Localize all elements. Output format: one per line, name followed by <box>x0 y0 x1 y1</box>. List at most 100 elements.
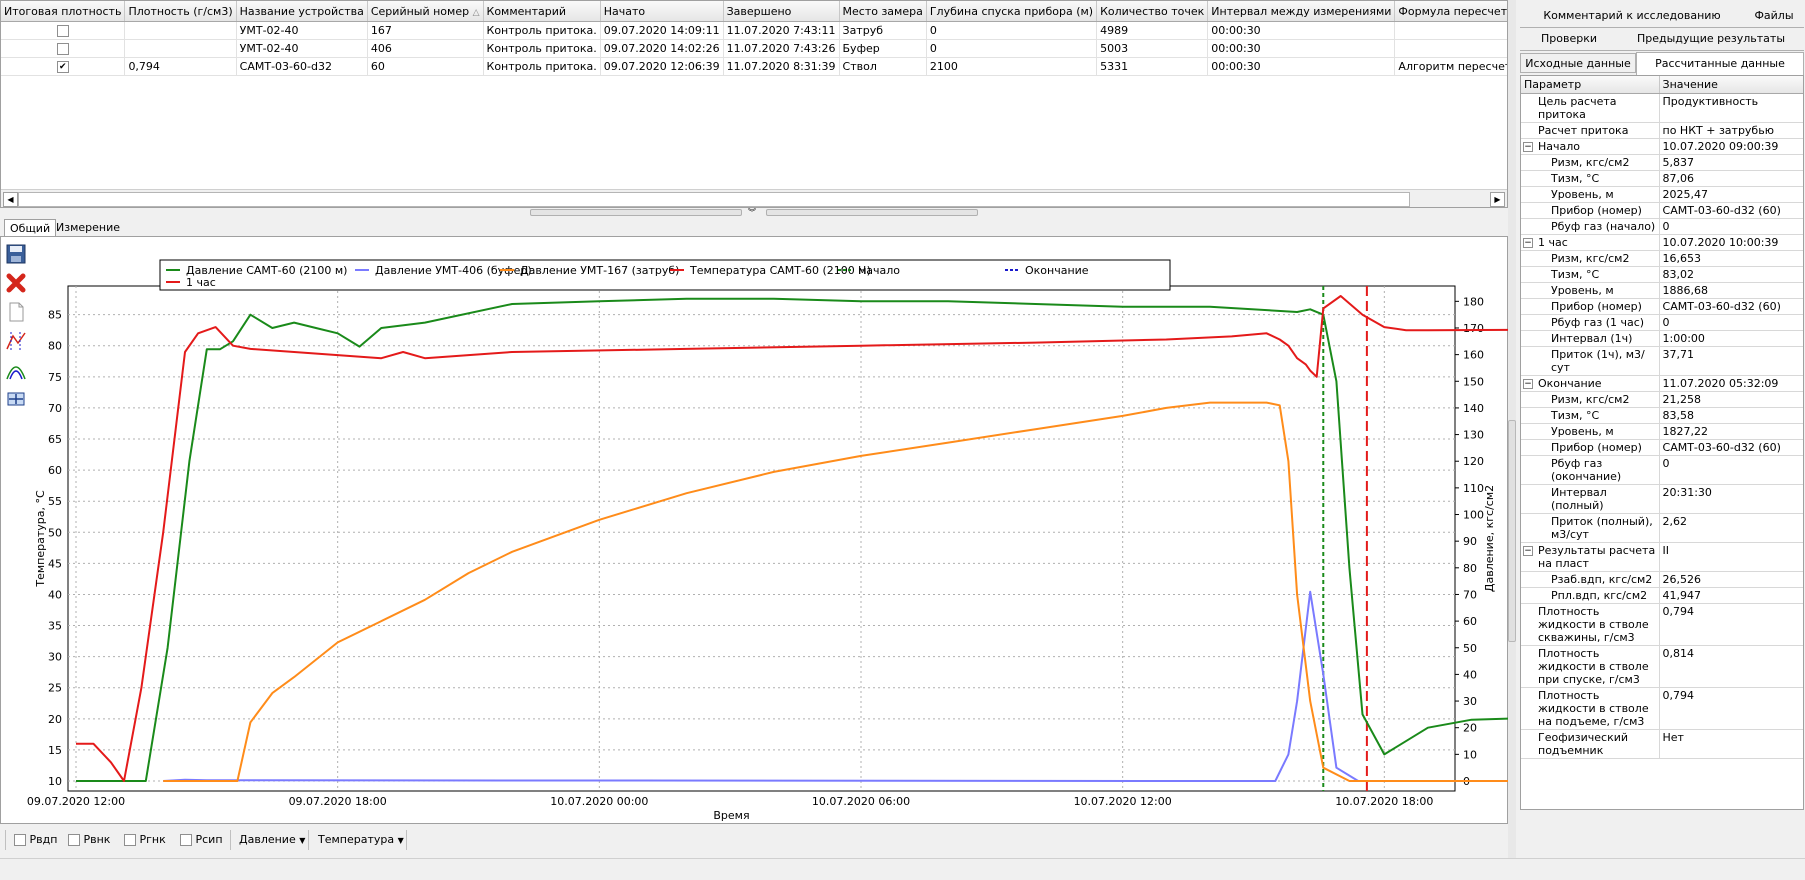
column-header-density[interactable]: Плотность (г/см3) <box>124 1 237 22</box>
property-value[interactable]: 1827,22 <box>1659 423 1803 440</box>
grid-header-value[interactable]: Значение <box>1659 76 1803 94</box>
cell-finished[interactable]: 11.07.2020 7:43:11 <box>723 21 840 40</box>
cell-depth[interactable]: 0 <box>926 39 1098 58</box>
property-row[interactable]: Рпл.вдп, кгс/см2 41,947 <box>1521 587 1803 604</box>
property-row[interactable]: Прибор (номер) САМТ-03-60-d32 (60) <box>1521 202 1803 219</box>
temperature-dropdown[interactable]: Температура ▼ <box>314 830 408 849</box>
property-value[interactable]: 21,258 <box>1659 391 1803 408</box>
cell-serial[interactable]: 167 <box>367 21 484 40</box>
property-row[interactable]: Рбуф газ (окончание) 0 <box>1521 455 1803 485</box>
checkbox[interactable] <box>56 25 69 37</box>
calculated-properties-grid[interactable]: Параметр Значение Цель расчета притока Пр… <box>1520 75 1804 810</box>
property-row[interactable]: Уровень, м 1886,68 <box>1521 282 1803 299</box>
column-header-interval[interactable]: Интервал между измерениями <box>1207 1 1396 22</box>
property-row[interactable]: Тизм, °С 87,06 <box>1521 170 1803 187</box>
property-value[interactable]: 83,02 <box>1659 266 1803 283</box>
table-row[interactable]: УМТ-02-40 167 Контроль притока. 09.07.2020 … <box>1 21 1507 40</box>
property-value[interactable]: II <box>1659 542 1803 572</box>
property-value[interactable]: 0 <box>1659 455 1803 485</box>
cell-points[interactable]: 5003 <box>1096 39 1209 58</box>
tab-study-comment[interactable]: Комментарий к исследованию <box>1520 6 1744 26</box>
scroll-right-icon[interactable]: ▶ <box>1490 192 1505 207</box>
tab-source-data[interactable]: Исходные данные <box>1520 53 1636 73</box>
property-row[interactable]: Прибор (номер) САМТ-03-60-d32 (60) <box>1521 439 1803 456</box>
property-value[interactable]: 2,62 <box>1659 513 1803 543</box>
property-row[interactable]: Тизм, °С 83,58 <box>1521 407 1803 424</box>
cell-started[interactable]: 09.07.2020 12:06:39 <box>600 57 724 76</box>
property-row[interactable]: Приток (1ч), м3/сут 37,71 <box>1521 346 1803 376</box>
column-header-serial[interactable]: Серийный номер △ <box>367 1 484 22</box>
checkbox-checked[interactable]: ✔ <box>56 61 69 73</box>
property-value[interactable]: 11.07.2020 05:32:09 <box>1659 375 1803 392</box>
property-row[interactable]: Плотность жидкости в стволе на подъеме, … <box>1521 687 1803 730</box>
tab-calculated-data[interactable]: Рассчитанные данные <box>1636 52 1804 75</box>
tab-previous-results[interactable]: Предыдущие результаты <box>1618 29 1804 49</box>
checkbox-box[interactable] <box>68 834 80 846</box>
property-value[interactable]: 1:00:00 <box>1659 330 1803 347</box>
horizontal-scrollbar[interactable]: ◀ ▶ <box>1 189 1507 207</box>
property-row[interactable]: Прибор (номер) САМТ-03-60-d32 (60) <box>1521 298 1803 315</box>
property-row[interactable]: Ризм, кгс/см2 5,837 <box>1521 154 1803 171</box>
collapse-icon[interactable]: − <box>1523 379 1533 389</box>
cell-interval[interactable]: 00:00:30 <box>1207 57 1396 76</box>
property-row[interactable]: Цель расчета притока Продуктивность <box>1521 93 1803 123</box>
property-value[interactable]: 2025,47 <box>1659 186 1803 203</box>
property-row[interactable]: Плотность жидкости в стволе скважины, г/… <box>1521 603 1803 646</box>
cell-serial[interactable]: 60 <box>367 57 484 76</box>
property-value[interactable]: 5,837 <box>1659 154 1803 171</box>
column-header-started[interactable]: Начато <box>600 1 724 22</box>
property-value[interactable]: САМТ-03-60-d32 (60) <box>1659 439 1803 456</box>
column-header-points[interactable]: Количество точек <box>1096 1 1209 22</box>
save-icon[interactable] <box>4 242 28 266</box>
property-row[interactable]: Тизм, °С 83,02 <box>1521 266 1803 283</box>
cell-interval[interactable]: 00:00:30 <box>1207 21 1396 40</box>
property-value[interactable]: 0,794 <box>1659 603 1803 646</box>
property-value[interactable]: 10.07.2020 10:00:39 <box>1659 234 1803 251</box>
property-value[interactable]: 16,653 <box>1659 250 1803 267</box>
property-value[interactable]: САМТ-03-60-d32 (60) <box>1659 202 1803 219</box>
checkbox-pvnk[interactable]: Рвнк <box>68 831 110 849</box>
scrollbar-thumb[interactable] <box>18 192 1410 207</box>
property-row[interactable]: Расчет притока по НКТ + затрубью <box>1521 122 1803 139</box>
property-value[interactable]: 1886,68 <box>1659 282 1803 299</box>
property-row[interactable]: − Окончание 11.07.2020 05:32:09 <box>1521 375 1803 392</box>
splitter-chevron-icon[interactable]: ︾ <box>748 207 756 218</box>
property-row[interactable]: Ризм, кгс/см2 16,653 <box>1521 250 1803 267</box>
cell-place[interactable]: Ствол <box>839 57 927 76</box>
property-row[interactable]: Приток (полный), м3/сут 2,62 <box>1521 513 1803 543</box>
cell-serial[interactable]: 406 <box>367 39 484 58</box>
cell-finished[interactable]: 11.07.2020 8:31:39 <box>723 57 840 76</box>
property-row[interactable]: Рбуф газ (1 час) 0 <box>1521 314 1803 331</box>
property-value[interactable]: 87,06 <box>1659 170 1803 187</box>
delete-icon[interactable] <box>4 271 28 295</box>
cell-formula[interactable] <box>1394 39 1507 58</box>
property-value[interactable]: Продуктивность <box>1659 93 1803 123</box>
cell-finished[interactable]: 11.07.2020 7:43:26 <box>723 39 840 58</box>
property-row[interactable]: Интервал (1ч) 1:00:00 <box>1521 330 1803 347</box>
total-density-cell[interactable]: ✔ <box>1 57 126 76</box>
scroll-left-icon[interactable]: ◀ <box>3 192 18 207</box>
column-header-formula[interactable]: Формула пересчета давления <box>1394 1 1507 22</box>
cell-device[interactable]: УМТ-02-40 <box>236 39 368 58</box>
table-row[interactable]: ✔ 0,794 САМТ-03-60-d32 60 Контроль притока. 0… <box>1 57 1507 76</box>
total-density-cell[interactable] <box>1 39 126 58</box>
property-row[interactable]: Геофизический подъемник Нет <box>1521 729 1803 759</box>
vertical-splitter[interactable] <box>1508 0 1516 858</box>
property-row[interactable]: Рзаб.вдп, кгс/см2 26,526 <box>1521 571 1803 588</box>
panel-splitter[interactable]: ︾ <box>530 207 980 218</box>
markers-icon[interactable] <box>4 329 28 353</box>
property-row[interactable]: −1 час 10.07.2020 10:00:39 <box>1521 234 1803 251</box>
table-row[interactable]: УМТ-02-40 406 Контроль притока. 09.07.2020 … <box>1 39 1507 58</box>
grid-header-parameter[interactable]: Параметр <box>1521 76 1660 94</box>
checkbox-box[interactable] <box>180 834 192 846</box>
cell-started[interactable]: 09.07.2020 14:09:11 <box>600 21 724 40</box>
property-value[interactable]: Нет <box>1659 729 1803 759</box>
cell-formula[interactable]: Алгоритм пересчета Р глубинным прибором … <box>1394 57 1507 76</box>
collapse-icon[interactable]: − <box>1523 238 1533 248</box>
property-row[interactable]: − Результаты расчета на пласт II <box>1521 542 1803 572</box>
property-value[interactable]: 41,947 <box>1659 587 1803 604</box>
checkbox-pvdp[interactable]: Рвдп <box>14 831 57 849</box>
curve-fit-icon[interactable] <box>4 358 28 382</box>
cell-density[interactable] <box>124 21 237 40</box>
collapse-icon[interactable]: − <box>1523 546 1533 556</box>
